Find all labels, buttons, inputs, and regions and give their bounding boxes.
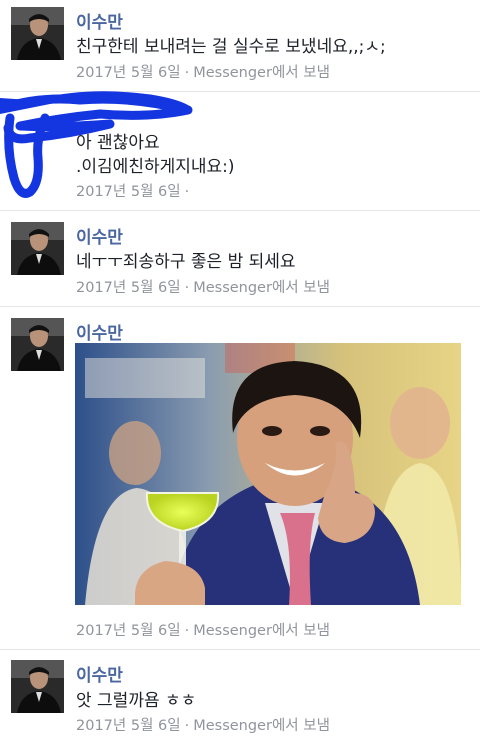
sender-avatar[interactable] <box>11 660 64 713</box>
divider <box>0 649 480 650</box>
message-text: 앗 그럴까욤 ㅎㅎ <box>76 691 197 711</box>
message-date: 2017년 5월 6일 <box>76 65 181 81</box>
message-date: 2017년 5월 6일 <box>76 280 181 296</box>
meta-separator: · <box>184 280 190 296</box>
message-photo[interactable] <box>75 343 461 605</box>
sender-avatar[interactable] <box>11 318 64 371</box>
sender-avatar[interactable] <box>11 7 64 60</box>
meta-separator: · <box>184 623 190 639</box>
message-source: Messenger에서 보냄 <box>193 65 330 81</box>
message-meta: 2017년 5월 6일 · Messenger에서 보냄 <box>76 61 330 82</box>
message-text: .이김에친하게지내요:) <box>76 157 235 177</box>
sender-name[interactable]: 이수만 <box>76 661 123 686</box>
sender-name[interactable]: 이수만 <box>76 8 123 33</box>
sender-name[interactable]: 이수만 <box>76 223 123 248</box>
message-date: 2017년 5월 6일 <box>76 623 181 639</box>
message-source: Messenger에서 보냄 <box>193 280 330 296</box>
message-text: 아 괜찮아요 <box>76 133 160 153</box>
message-meta: 2017년 5월 6일 · Messenger에서 보냄 <box>76 714 330 735</box>
meta-separator: · <box>184 65 190 81</box>
message-date: 2017년 5월 6일 <box>76 184 181 200</box>
meta-separator: · <box>184 184 190 200</box>
message-source: Messenger에서 보냄 <box>193 718 330 734</box>
message-source: Messenger에서 보냄 <box>193 623 330 639</box>
meta-separator: · <box>184 718 190 734</box>
message-date: 2017년 5월 6일 <box>76 718 181 734</box>
message-text: 친구한테 보내려는 걸 실수로 보냈네요,,;ㅅ; <box>76 37 386 57</box>
divider <box>0 210 480 211</box>
message-text: 네ㅜㅜ죄송하구 좋은 밤 되세요 <box>76 252 296 272</box>
message-meta: 2017년 5월 6일 · Messenger에서 보냄 <box>76 619 330 640</box>
message-meta: 2017년 5월 6일 · <box>76 180 193 201</box>
sender-name[interactable]: 이수만 <box>76 319 123 344</box>
message-meta: 2017년 5월 6일 · Messenger에서 보냄 <box>76 276 330 297</box>
divider <box>0 306 480 307</box>
sender-avatar[interactable] <box>11 222 64 275</box>
